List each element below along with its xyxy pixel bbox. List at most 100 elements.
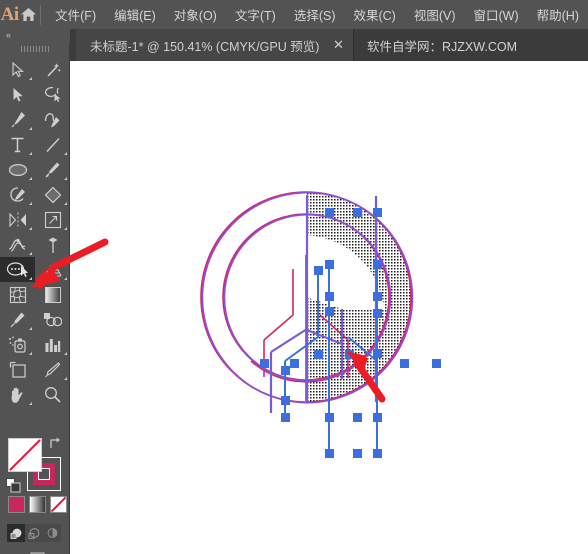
none-slash-icon	[51, 497, 66, 512]
tool-flyout-corner-icon	[64, 277, 67, 280]
document-tab-bar: 未标题-1* @ 150.41% (CMYK/GPU 预览) ✕ 软件自学网：R…	[0, 29, 588, 61]
menu-help[interactable]: 帮助(H)	[528, 1, 588, 28]
rotate-tool[interactable]	[0, 207, 35, 232]
secondary-tab[interactable]: 软件自学网：RJZXW.COM	[355, 29, 529, 61]
close-icon[interactable]: ✕	[331, 37, 345, 53]
tool-row	[0, 307, 70, 332]
tool-flyout-corner-icon	[29, 327, 32, 330]
mesh-tool[interactable]	[0, 282, 35, 307]
tool-row	[0, 232, 70, 257]
tool-flyout-corner-icon	[64, 352, 67, 355]
lasso-tool[interactable]	[35, 82, 70, 107]
tool-flyout-corner-icon	[29, 77, 32, 80]
tool-row	[0, 107, 70, 132]
tool-grid	[0, 57, 70, 407]
tool-row	[0, 257, 70, 282]
menu-effect[interactable]: 效果(C)	[344, 1, 404, 28]
draw-inside-button[interactable]	[43, 524, 61, 542]
width-tool[interactable]	[0, 232, 35, 257]
tool-flyout-corner-icon	[64, 202, 67, 205]
home-icon[interactable]	[19, 0, 37, 29]
perspective-grid-tool[interactable]	[35, 257, 70, 282]
symbol-sprayer-tool[interactable]	[0, 332, 35, 357]
tool-flyout-corner-icon	[64, 377, 67, 380]
menu-object[interactable]: 对象(O)	[165, 1, 226, 28]
tool-flyout-corner-icon	[64, 152, 67, 155]
document-tab[interactable]: 未标题-1* @ 150.41% (CMYK/GPU 预览) ✕	[76, 29, 355, 61]
toolbar-drag-handle[interactable]	[21, 46, 49, 52]
type-tool[interactable]	[0, 132, 35, 157]
color-controls	[0, 434, 70, 554]
color-mode-button[interactable]	[8, 496, 25, 513]
color-mode-buttons	[8, 496, 67, 513]
gradient-mode-button[interactable]	[29, 496, 46, 513]
tool-row	[0, 357, 70, 382]
menu-bar: Ai 文件(F) 编辑(E) 对象(O) 文字(T) 选择(S) 效果(C) 视…	[0, 0, 588, 29]
secondary-tab-title: 软件自学网：RJZXW.COM	[367, 39, 517, 54]
draw-mode-buttons	[7, 524, 61, 542]
fill-swatch[interactable]	[8, 438, 42, 472]
tool-row	[0, 182, 70, 207]
tool-flyout-corner-icon	[64, 227, 67, 230]
tool-row	[0, 82, 70, 107]
artboard-tool[interactable]	[0, 357, 35, 382]
eyedropper-tool[interactable]	[0, 307, 35, 332]
direct-selection-tool[interactable]	[0, 82, 35, 107]
zoom-tool[interactable]	[35, 382, 70, 407]
tool-row	[0, 157, 70, 182]
tool-flyout-corner-icon	[29, 402, 32, 405]
pen-tool[interactable]	[0, 107, 35, 132]
fill-none-slash-icon	[9, 439, 41, 471]
gradient-tool[interactable]	[35, 282, 70, 307]
illustrator-window: Ai 文件(F) 编辑(E) 对象(O) 文字(T) 选择(S) 效果(C) 视…	[0, 0, 588, 554]
blend-tool[interactable]	[35, 307, 70, 332]
line-segment-tool[interactable]	[35, 132, 70, 157]
tools-panel: «	[0, 29, 70, 554]
free-transform-tool[interactable]	[35, 232, 70, 257]
eraser-tool[interactable]	[35, 182, 70, 207]
slice-tool[interactable]	[35, 357, 70, 382]
menu-file[interactable]: 文件(F)	[46, 1, 105, 28]
artwork-svg	[200, 191, 441, 458]
none-mode-button[interactable]	[50, 496, 67, 513]
collapse-panel-icon[interactable]: «	[6, 30, 11, 40]
shape-builder-tool[interactable]	[0, 257, 35, 282]
hand-tool[interactable]	[0, 382, 35, 407]
document-tab-title: 未标题-1* @ 150.41% (CMYK/GPU 预览)	[90, 39, 320, 54]
shaper-tool[interactable]	[0, 182, 35, 207]
scale-tool[interactable]	[35, 207, 70, 232]
app-logo: Ai	[0, 3, 20, 25]
toolbar-header: «	[0, 29, 70, 43]
tool-flyout-corner-icon	[29, 177, 32, 180]
menu-divider	[39, 4, 41, 25]
tool-row	[0, 57, 70, 82]
default-fill-stroke-icon[interactable]	[6, 478, 21, 493]
magic-wand-tool[interactable]	[35, 57, 70, 82]
tool-flyout-corner-icon	[29, 227, 32, 230]
menu-window[interactable]: 窗口(W)	[465, 1, 528, 28]
draw-behind-button[interactable]	[25, 524, 43, 542]
menu-view[interactable]: 视图(V)	[405, 1, 465, 28]
tool-row	[0, 207, 70, 232]
ellipse-tool[interactable]	[0, 157, 35, 182]
menu-edit[interactable]: 编辑(E)	[105, 1, 165, 28]
draw-normal-button[interactable]	[7, 524, 25, 542]
tool-row	[0, 282, 70, 307]
tool-flyout-corner-icon	[29, 202, 32, 205]
tool-flyout-corner-icon	[29, 127, 32, 130]
tool-flyout-corner-icon	[64, 177, 67, 180]
curvature-tool[interactable]	[35, 107, 70, 132]
artboard-canvas[interactable]	[70, 61, 588, 554]
swap-fill-stroke-icon[interactable]	[48, 436, 62, 450]
column-graph-tool[interactable]	[35, 332, 70, 357]
tool-row	[0, 332, 70, 357]
menu-select[interactable]: 选择(S)	[285, 1, 345, 28]
tool-flyout-corner-icon	[29, 152, 32, 155]
tool-flyout-corner-icon	[29, 277, 32, 280]
selection-tool[interactable]	[0, 57, 35, 82]
paintbrush-tool[interactable]	[35, 157, 70, 182]
tool-flyout-corner-icon	[29, 252, 32, 255]
menu-type[interactable]: 文字(T)	[226, 1, 285, 28]
tool-flyout-corner-icon	[29, 352, 32, 355]
menu-items: 文件(F) 编辑(E) 对象(O) 文字(T) 选择(S) 效果(C) 视图(V…	[46, 1, 588, 28]
